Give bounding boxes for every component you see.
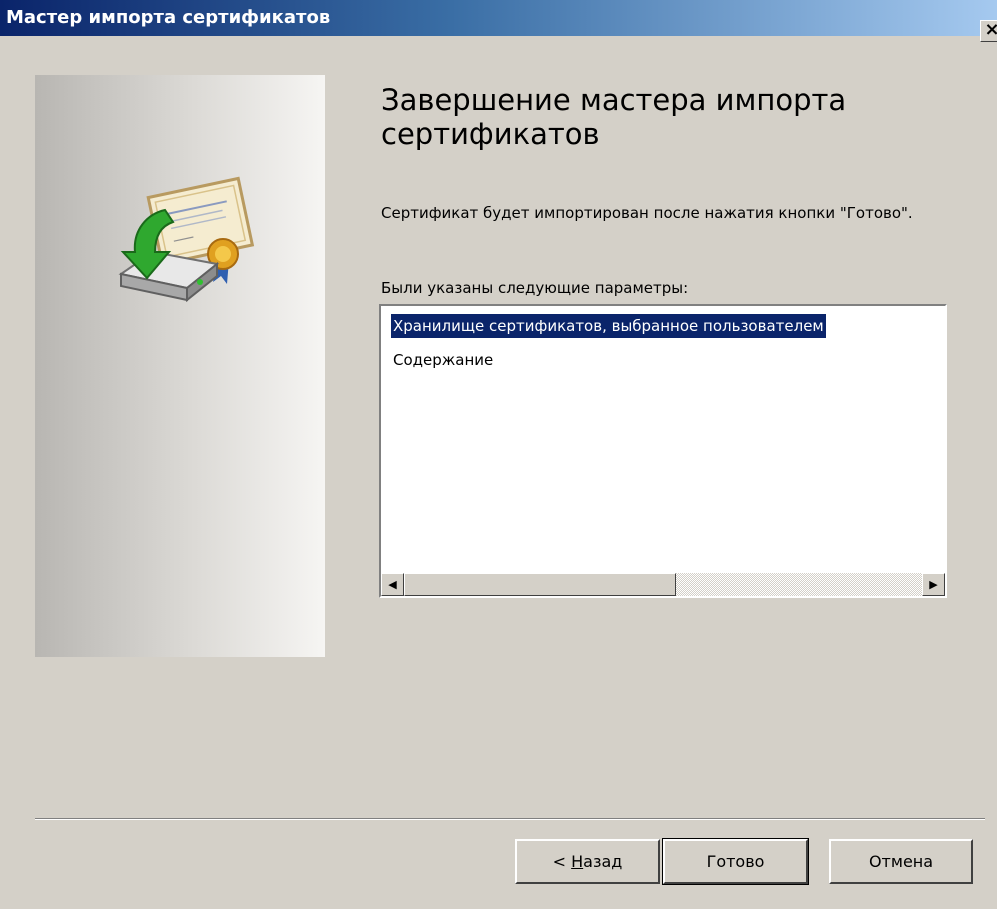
list-item[interactable]: Хранилище сертификатов, выбранное пользо… bbox=[391, 314, 826, 338]
close-button[interactable]: × bbox=[980, 20, 997, 42]
parameters-list[interactable]: Хранилище сертификатов, выбранное пользо… bbox=[379, 304, 947, 598]
wizard-side-panel bbox=[35, 75, 325, 657]
close-icon: × bbox=[984, 19, 997, 40]
finish-button-label: Готово bbox=[706, 852, 765, 871]
scroll-thumb[interactable] bbox=[404, 573, 676, 596]
finish-button[interactable]: Готово bbox=[662, 838, 809, 885]
footer-divider bbox=[35, 818, 985, 820]
arrow-left-icon: ◀ bbox=[388, 578, 397, 591]
back-button-prefix: < bbox=[552, 852, 572, 871]
back-button-label: азад bbox=[583, 852, 623, 871]
page-title: Завершение мастера импорта сертификатов bbox=[381, 83, 847, 151]
horizontal-scrollbar[interactable]: ◀ ▶ bbox=[381, 573, 945, 596]
scroll-right-button[interactable]: ▶ bbox=[922, 573, 945, 596]
scroll-left-button[interactable]: ◀ bbox=[381, 573, 404, 596]
cancel-button-label: Отмена bbox=[868, 852, 934, 871]
certificate-import-icon bbox=[118, 176, 255, 303]
window-title: Мастер импорта сертификатов bbox=[6, 7, 331, 28]
parameters-label: Были указаны следующие параметры: bbox=[381, 279, 689, 297]
back-button[interactable]: < Назад bbox=[515, 839, 660, 884]
list-item[interactable]: Содержание bbox=[391, 348, 495, 372]
arrow-right-icon: ▶ bbox=[929, 578, 938, 591]
title-bar[interactable]: Мастер импорта сертификатов bbox=[0, 0, 997, 36]
certificate-import-wizard-window: Мастер импорта сертификатов × Завершение… bbox=[0, 0, 997, 909]
cancel-button[interactable]: Отмена bbox=[829, 839, 973, 884]
back-button-mnemonic: Н bbox=[571, 852, 584, 871]
completion-info-text: Сертификат будет импортирован после нажа… bbox=[381, 204, 913, 222]
